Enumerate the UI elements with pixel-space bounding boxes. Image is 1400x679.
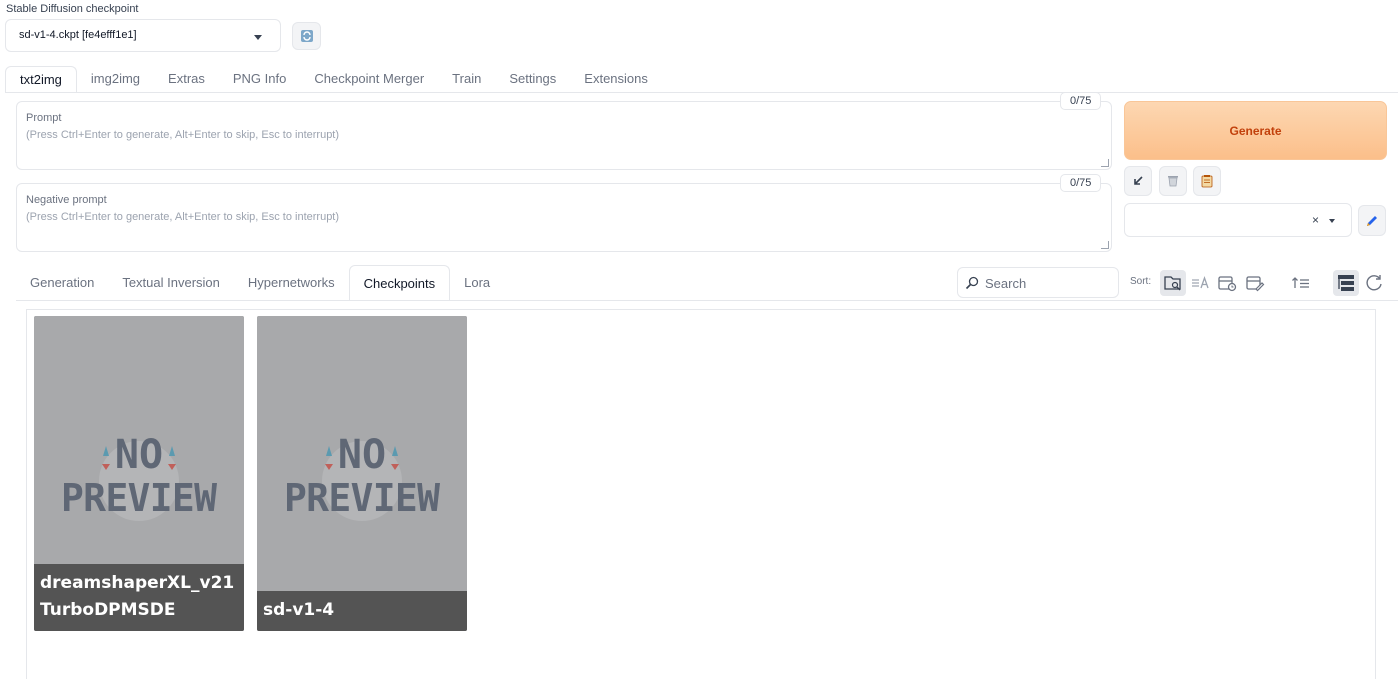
prompt-placeholder: (Press Ctrl+Enter to generate, Alt+Enter…	[26, 129, 340, 141]
tab-settings[interactable]: Settings	[495, 66, 570, 93]
sort-date-created-button[interactable]	[1214, 270, 1240, 296]
clipboard-icon	[1201, 175, 1213, 188]
date-created-icon	[1218, 276, 1237, 292]
refresh-networks-button[interactable]	[1361, 270, 1387, 296]
chevron-down-icon	[1329, 219, 1335, 223]
pencil-icon	[1367, 215, 1377, 226]
checkpoint-card[interactable]: NO PREVIEW sd-v1-4	[257, 316, 467, 631]
styles-dropdown[interactable]: ×	[1124, 203, 1352, 237]
tab-png-info[interactable]: PNG Info	[219, 66, 300, 93]
svg-text:PREVIEW: PREVIEW	[61, 476, 217, 520]
edit-styles-button[interactable]	[1358, 205, 1386, 236]
no-preview-image: NO PREVIEW	[257, 316, 467, 631]
svg-text:NO: NO	[338, 432, 386, 478]
name-icon	[1192, 276, 1209, 289]
resize-grip-icon[interactable]	[1101, 241, 1109, 249]
trash-icon	[1168, 176, 1178, 187]
sort-direction-button[interactable]	[1288, 270, 1314, 296]
tab-lora[interactable]: Lora	[450, 265, 504, 301]
svg-text:PREVIEW: PREVIEW	[284, 476, 440, 520]
apply-styles-button[interactable]	[1193, 166, 1221, 196]
tab-extras[interactable]: Extras	[154, 66, 219, 93]
date-modified-icon	[1246, 276, 1265, 292]
prompt-token-counter: 0/75	[1060, 92, 1102, 110]
search-placeholder: Search	[985, 276, 1027, 291]
negative-token-counter: 0/75	[1060, 174, 1102, 192]
clear-icon[interactable]: ×	[1312, 213, 1319, 227]
chevron-down-icon	[254, 35, 262, 40]
tab-extensions[interactable]: Extensions	[570, 66, 662, 93]
prompt-input[interactable]: Prompt (Press Ctrl+Enter to generate, Al…	[16, 101, 1112, 170]
checkpoint-card[interactable]: NO PREVIEW dreamshaperXL_v21TurboDPMSDE	[34, 316, 244, 631]
path-icon	[1164, 276, 1181, 291]
tab-train[interactable]: Train	[438, 66, 495, 93]
clear-prompt-button[interactable]	[1159, 166, 1187, 196]
search-icon	[965, 276, 979, 290]
sort-path-button[interactable]	[1160, 270, 1186, 296]
checkpoint-dropdown[interactable]: sd-v1-4.ckpt [fe4efff1e1]	[5, 19, 281, 52]
read-params-button[interactable]	[1124, 166, 1152, 196]
tab-checkpoint-merger[interactable]: Checkpoint Merger	[300, 66, 438, 93]
refresh-icon	[1366, 275, 1382, 291]
svg-text:NO: NO	[115, 432, 163, 478]
network-tabs-divider	[16, 300, 1398, 301]
tab-img2img[interactable]: img2img	[77, 66, 154, 93]
tab-hypernetworks[interactable]: Hypernetworks	[234, 265, 349, 301]
generate-button[interactable]: Generate	[1124, 101, 1387, 160]
card-name: sd-v1-4	[257, 591, 467, 631]
sort-date-modified-button[interactable]	[1242, 270, 1268, 296]
resize-grip-icon[interactable]	[1101, 159, 1109, 167]
sort-name-button[interactable]	[1188, 270, 1214, 296]
negative-prompt-placeholder: (Press Ctrl+Enter to generate, Alt+Enter…	[26, 211, 340, 223]
tab-textual-inversion[interactable]: Textual Inversion	[108, 265, 234, 301]
extra-networks-tabs: Generation Textual Inversion Hypernetwor…	[16, 265, 504, 301]
checkpoint-label: Stable Diffusion checkpoint	[6, 3, 139, 15]
refresh-icon	[300, 30, 313, 42]
prompt-label: Prompt	[26, 112, 62, 124]
tab-checkpoints[interactable]: Checkpoints	[348, 265, 451, 301]
tab-generation[interactable]: Generation	[16, 265, 108, 301]
main-tabs: txt2img img2img Extras PNG Info Checkpoi…	[5, 66, 662, 93]
arrow-down-left-icon	[1134, 176, 1143, 185]
refresh-checkpoints-button[interactable]	[292, 22, 321, 50]
negative-prompt-label: Negative prompt	[26, 194, 107, 206]
sort-ascending-icon	[1292, 277, 1309, 288]
tree-view-icon	[1338, 275, 1354, 291]
card-name: dreamshaperXL_v21TurboDPMSDE	[34, 564, 244, 631]
tabs-divider	[5, 92, 1398, 93]
tab-txt2img[interactable]: txt2img	[5, 66, 77, 93]
checkpoint-value: sd-v1-4.ckpt [fe4efff1e1]	[19, 29, 137, 41]
search-input[interactable]: Search	[957, 267, 1119, 298]
sort-label: Sort:	[1130, 276, 1152, 287]
tree-view-button[interactable]	[1333, 270, 1359, 296]
negative-prompt-input[interactable]: Negative prompt (Press Ctrl+Enter to gen…	[16, 183, 1112, 252]
